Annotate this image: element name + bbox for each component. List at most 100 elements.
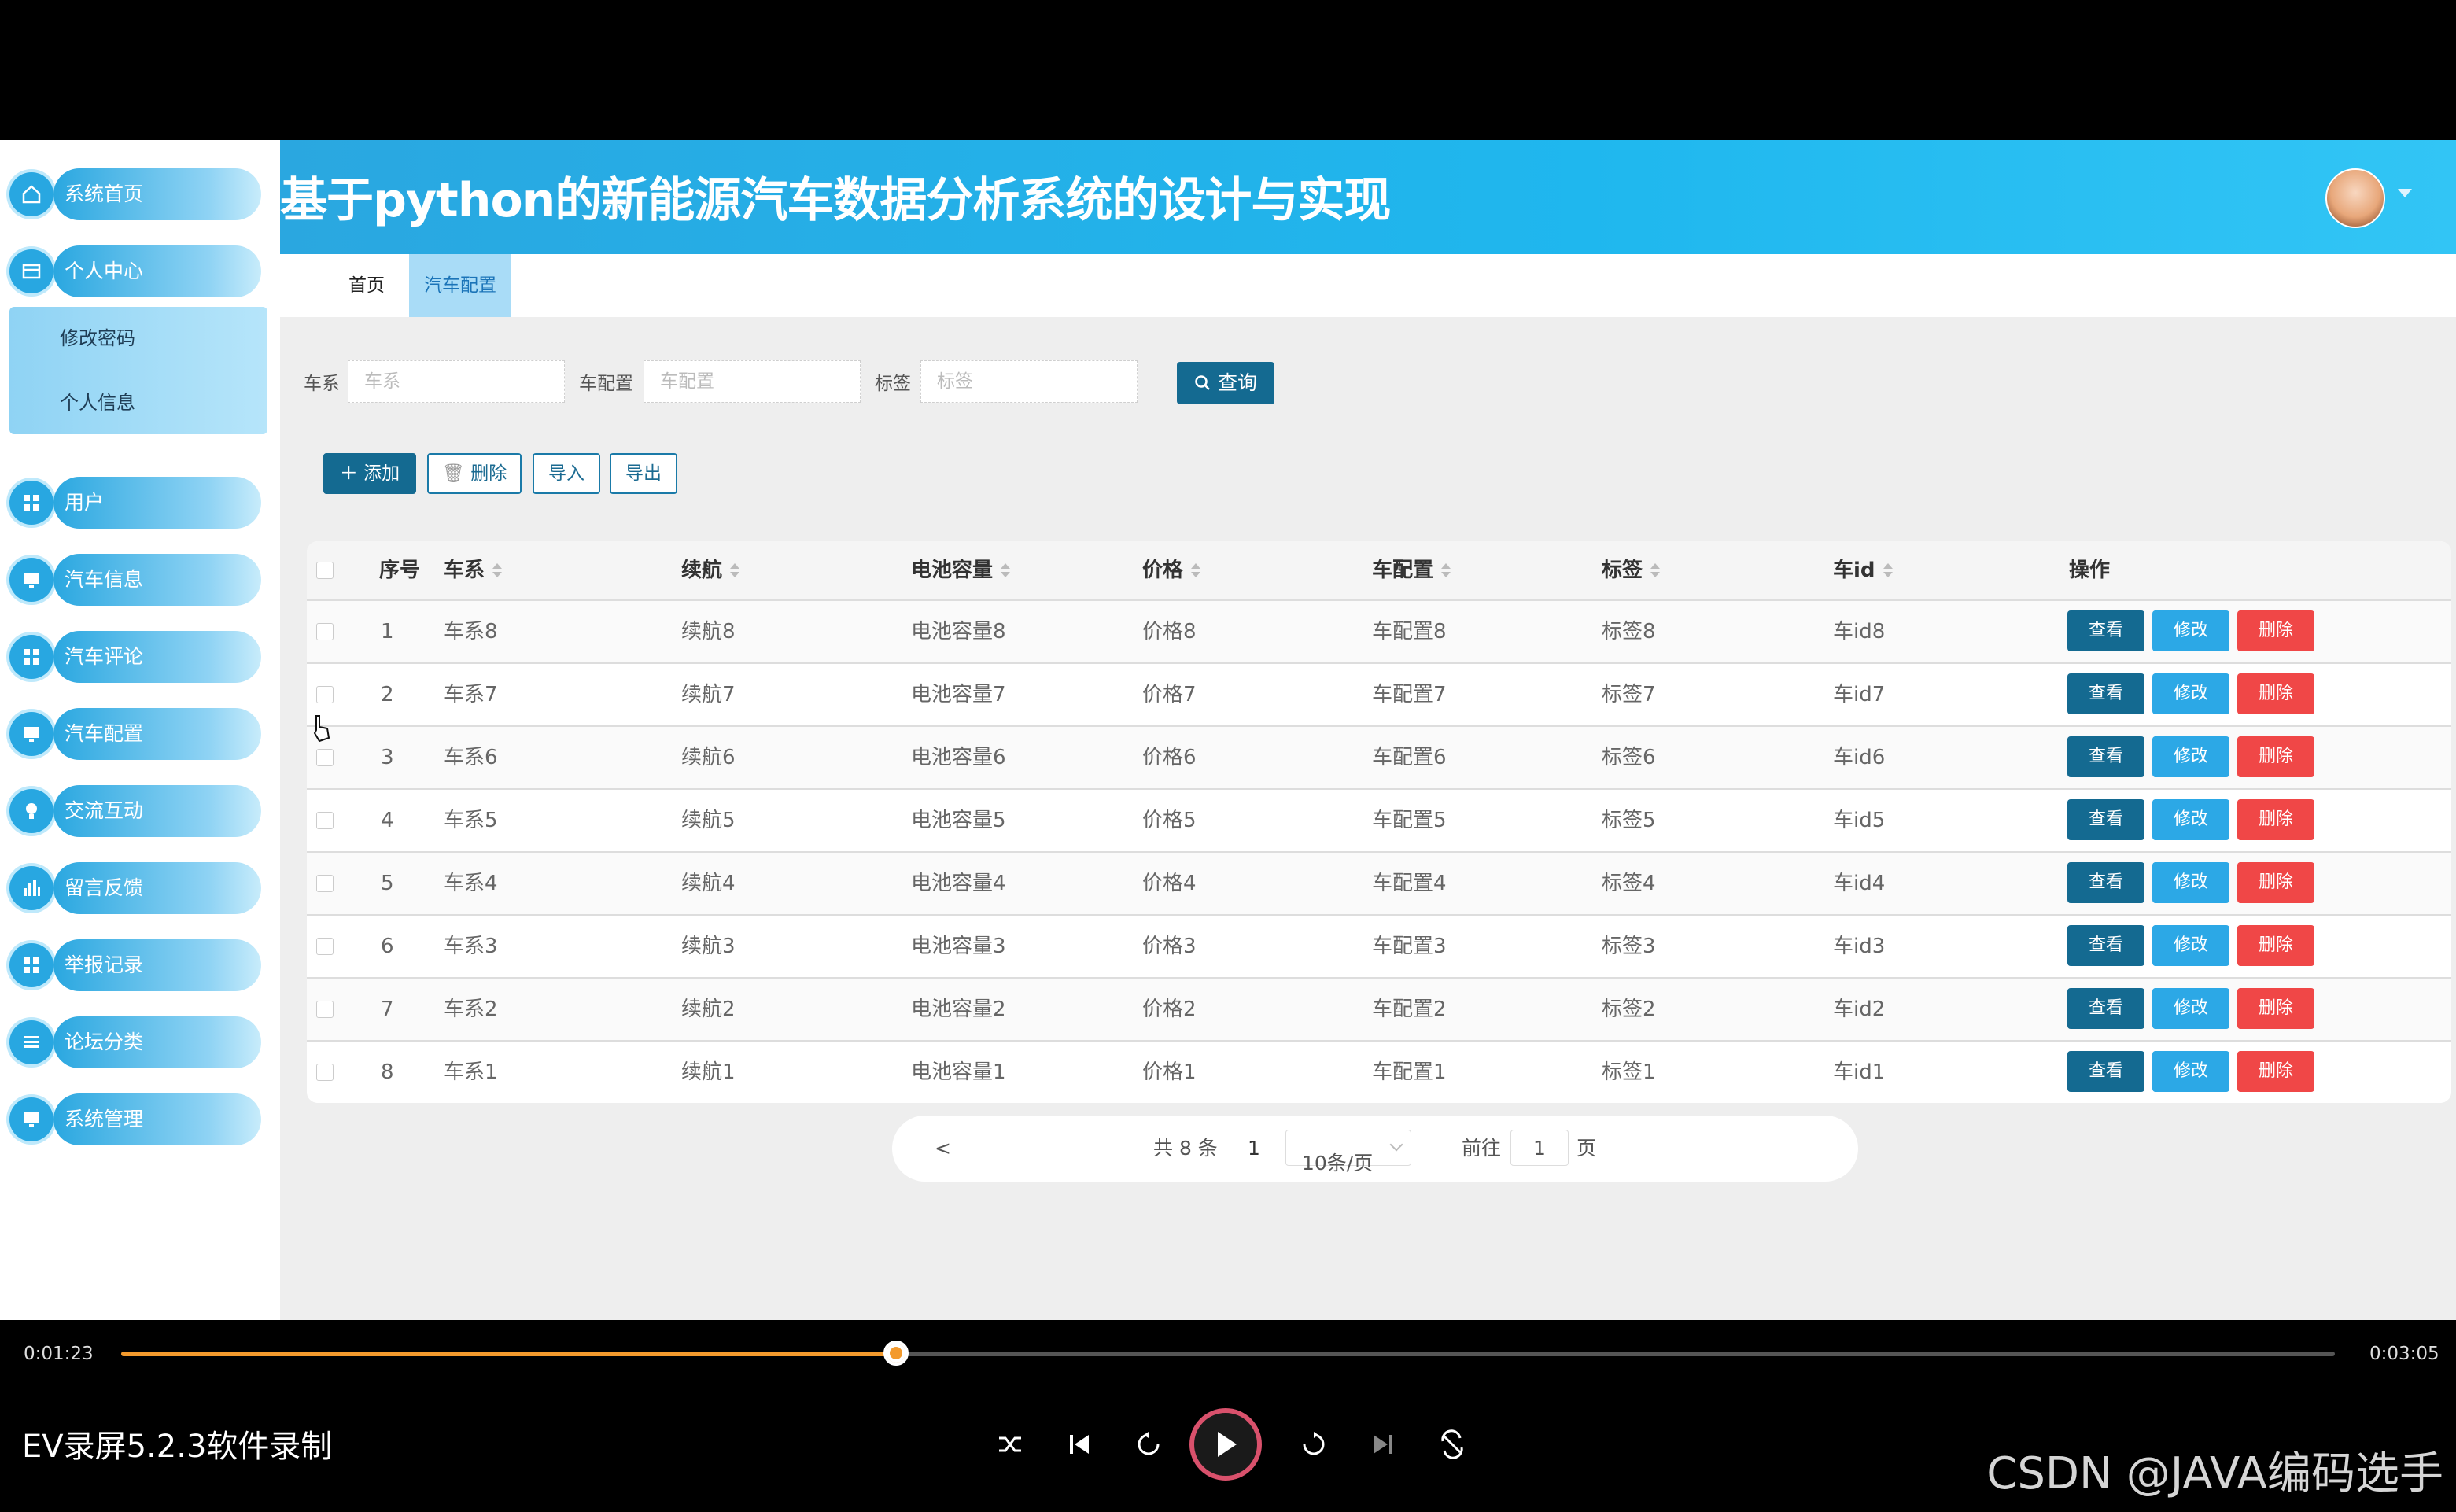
row-checkbox[interactable] — [316, 1001, 334, 1018]
row-checkbox[interactable] — [316, 686, 334, 703]
export-button[interactable]: 导出 — [610, 453, 677, 494]
cell-config: 车配置1 — [1372, 1060, 1447, 1084]
col-car-id[interactable]: 车id — [1833, 541, 1893, 599]
cell-car-id: 车id6 — [1833, 746, 1886, 769]
col-series[interactable]: 车系 — [444, 541, 503, 599]
avatar[interactable] — [2325, 168, 2385, 228]
progress-track[interactable] — [121, 1352, 2335, 1356]
sidebar-item-label: 系统管理 — [65, 1108, 144, 1130]
play-button[interactable] — [1189, 1408, 1262, 1481]
delete-row-button[interactable]: 删除 — [2237, 862, 2314, 903]
previous-track-icon[interactable] — [1064, 1429, 1095, 1460]
grid-icon — [9, 635, 53, 679]
cell-car-id: 车id5 — [1833, 809, 1886, 832]
select-all-checkbox[interactable] — [316, 562, 334, 579]
tab-car-config[interactable]: 汽车配置 — [409, 254, 511, 317]
delete-row-button[interactable]: 删除 — [2237, 610, 2314, 651]
search-icon — [1195, 375, 1210, 390]
chevron-down-icon[interactable] — [2398, 189, 2412, 197]
plus-icon: ＋ — [339, 463, 358, 484]
col-price[interactable]: 价格 — [1142, 541, 1201, 599]
progress-knob[interactable] — [883, 1341, 909, 1366]
delete-row-button[interactable]: 删除 — [2237, 736, 2314, 777]
edit-button[interactable]: 修改 — [2152, 799, 2229, 840]
cell-config: 车配置8 — [1372, 620, 1447, 644]
delete-button[interactable]: 🗑 删除 — [427, 453, 522, 494]
grid-icon — [9, 943, 53, 987]
cell-tag: 标签2 — [1602, 998, 1656, 1021]
tag-input[interactable]: 标签 — [920, 360, 1138, 403]
col-battery[interactable]: 电池容量 — [911, 541, 1011, 599]
cell-series: 车系2 — [444, 998, 498, 1021]
forward-30-icon[interactable] — [1298, 1429, 1329, 1460]
view-button[interactable]: 查看 — [2067, 736, 2144, 777]
loop-icon[interactable] — [1436, 1429, 1468, 1460]
tab-home[interactable]: 首页 — [327, 254, 406, 317]
delete-row-button[interactable]: 删除 — [2237, 799, 2314, 840]
edit-button[interactable]: 修改 — [2152, 988, 2229, 1029]
next-track-icon[interactable] — [1367, 1429, 1399, 1460]
row-checkbox[interactable] — [316, 623, 334, 640]
page-size-select[interactable]: 10条/页 — [1285, 1130, 1411, 1175]
view-button[interactable]: 查看 — [2067, 1051, 2144, 1092]
cell-config: 车配置7 — [1372, 683, 1447, 706]
view-button[interactable]: 查看 — [2067, 925, 2144, 966]
view-button[interactable]: 查看 — [2067, 673, 2144, 714]
config-input[interactable]: 车配置 — [644, 360, 861, 403]
edit-button[interactable]: 修改 — [2152, 610, 2229, 651]
row-checkbox[interactable] — [316, 1064, 334, 1081]
goto-label: 前往 — [1462, 1137, 1502, 1160]
view-button[interactable]: 查看 — [2067, 610, 2144, 651]
prev-page-button[interactable]: < — [935, 1116, 951, 1182]
edit-button[interactable]: 修改 — [2152, 862, 2229, 903]
col-range[interactable]: 续航 — [681, 541, 740, 599]
row-checkbox[interactable] — [316, 938, 334, 955]
table-row: 2 车系7 续航7 电池容量7 价格7 车配置7 标签7 车id7 查看 修改 删除 — [307, 662, 2451, 725]
goto-page-input[interactable]: 1 — [1510, 1130, 1569, 1166]
page-suffix: 页 — [1576, 1137, 1597, 1160]
edit-button[interactable]: 修改 — [2152, 925, 2229, 966]
delete-row-button[interactable]: 删除 — [2237, 988, 2314, 1029]
trash-icon: 🗑 — [441, 463, 465, 484]
rewind-10-icon[interactable] — [1133, 1429, 1164, 1460]
series-input[interactable]: 车系 — [348, 360, 565, 403]
cell-tag: 标签3 — [1602, 935, 1656, 958]
col-tag[interactable]: 标签 — [1602, 541, 1661, 599]
sidebar-item-label: 汽车评论 — [65, 645, 144, 668]
cell-tag: 标签4 — [1602, 872, 1656, 895]
row-checkbox[interactable] — [316, 875, 334, 892]
sort-icon — [1191, 562, 1201, 579]
cell-range: 续航8 — [681, 620, 736, 644]
shuffle-icon[interactable] — [994, 1429, 1026, 1460]
delete-row-button[interactable]: 删除 — [2237, 925, 2314, 966]
import-button[interactable]: 导入 — [533, 453, 600, 494]
query-button[interactable]: 查询 — [1177, 362, 1274, 404]
table-row: 3 车系6 续航6 电池容量6 价格6 车配置6 标签6 车id6 查看 修改 删除 — [307, 725, 2451, 788]
cell-config: 车配置5 — [1372, 809, 1447, 832]
view-button[interactable]: 查看 — [2067, 988, 2144, 1029]
cell-index: 3 — [381, 746, 394, 769]
edit-button[interactable]: 修改 — [2152, 673, 2229, 714]
submenu-item-change-password[interactable]: 修改密码 — [60, 323, 135, 350]
row-checkbox[interactable] — [316, 749, 334, 766]
col-config[interactable]: 车配置 — [1372, 541, 1451, 599]
cell-index: 7 — [381, 998, 394, 1021]
total-count: 共 8 条 — [1153, 1137, 1218, 1160]
delete-row-button[interactable]: 删除 — [2237, 673, 2314, 714]
view-button[interactable]: 查看 — [2067, 799, 2144, 840]
edit-button[interactable]: 修改 — [2152, 736, 2229, 777]
add-label: 添加 — [363, 463, 400, 484]
submenu-item-personal-info[interactable]: 个人信息 — [60, 387, 135, 415]
page-number-current[interactable]: 1 — [1248, 1116, 1260, 1182]
view-button[interactable]: 查看 — [2067, 862, 2144, 903]
cell-range: 续航7 — [681, 683, 736, 706]
profile-icon — [9, 249, 53, 293]
sidebar-item-label: 交流互动 — [65, 799, 144, 822]
cell-series: 车系1 — [444, 1060, 498, 1084]
cell-series: 车系8 — [444, 620, 498, 644]
delete-row-button[interactable]: 删除 — [2237, 1051, 2314, 1092]
cell-car-id: 车id3 — [1833, 935, 1886, 958]
row-checkbox[interactable] — [316, 812, 334, 829]
add-button[interactable]: ＋ 添加 — [323, 453, 416, 494]
edit-button[interactable]: 修改 — [2152, 1051, 2229, 1092]
